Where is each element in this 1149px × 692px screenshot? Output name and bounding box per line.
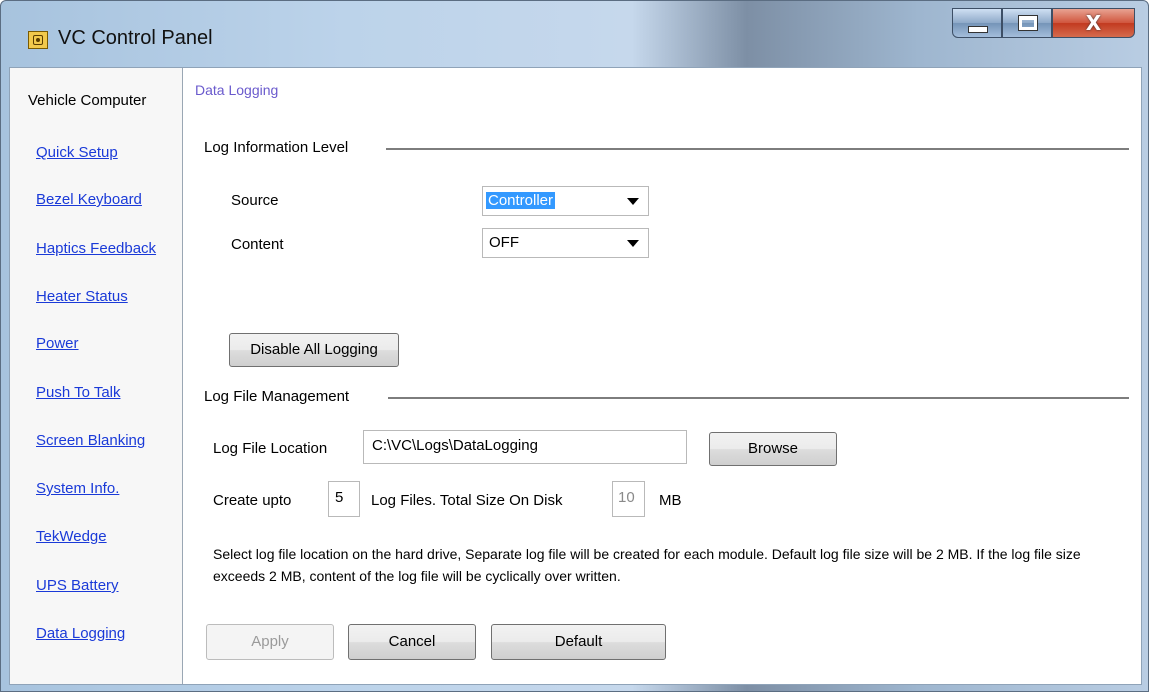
source-dropdown[interactable]: Controller (482, 186, 649, 216)
minimize-button[interactable] (952, 8, 1002, 38)
chevron-down-icon (627, 240, 639, 247)
log-info-section-title: Log Information Level (204, 139, 349, 156)
sidebar-item-push-to-talk[interactable]: Push To Talk (36, 384, 121, 401)
title-bar[interactable]: VC Control Panel X (1, 1, 1148, 67)
sidebar-header: Vehicle Computer (28, 92, 147, 109)
sidebar-item-bezel-keyboard[interactable]: Bezel Keyboard (36, 191, 142, 208)
content-label: Content (231, 236, 284, 253)
sidebar-item-power[interactable]: Power (36, 335, 79, 352)
main-panel: Data Logging Log Information Level Sourc… (184, 68, 1141, 684)
log-file-location-input[interactable]: C:\VC\Logs\DataLogging (363, 430, 687, 464)
sidebar-item-heater-status[interactable]: Heater Status (36, 288, 128, 305)
create-upto-label: Create upto (213, 492, 292, 509)
section-divider (386, 148, 1129, 150)
source-value: Controller (486, 192, 556, 209)
total-size-input: 10 (612, 481, 645, 517)
sidebar-item-tekwedge[interactable]: TekWedge (36, 528, 107, 545)
maximize-icon (1018, 15, 1038, 31)
browse-button[interactable]: Browse (709, 432, 837, 466)
section-divider (388, 397, 1129, 399)
sidebar-item-system-info[interactable]: System Info. (36, 480, 119, 497)
size-unit-label: MB (659, 492, 682, 509)
close-button[interactable]: X (1052, 8, 1135, 38)
app-window: VC Control Panel X Vehicle Computer Quic… (0, 0, 1149, 692)
source-label: Source (231, 192, 279, 209)
log-files-size-label: Log Files. Total Size On Disk (371, 492, 563, 509)
sidebar-item-data-logging[interactable]: Data Logging (36, 625, 125, 642)
close-icon: X (1085, 11, 1102, 35)
sidebar-item-ups-battery[interactable]: UPS Battery (36, 577, 119, 594)
sidebar-item-haptics-feedback[interactable]: Haptics Feedback (36, 240, 156, 257)
log-file-count-input[interactable]: 5 (328, 481, 360, 517)
apply-button[interactable]: Apply (206, 624, 334, 660)
sidebar-item-screen-blanking[interactable]: Screen Blanking (36, 432, 145, 449)
chevron-down-icon (627, 198, 639, 205)
page-title: Data Logging (195, 82, 279, 98)
sidebar-item-quick-setup[interactable]: Quick Setup (36, 144, 118, 161)
window-title: VC Control Panel (58, 27, 213, 49)
client-area: Vehicle Computer Quick Setup Bezel Keybo… (9, 67, 1142, 685)
vc-app-icon[interactable] (28, 31, 48, 49)
cancel-button[interactable]: Cancel (348, 624, 476, 660)
log-file-location-label: Log File Location (213, 440, 328, 457)
log-file-section-title: Log File Management (204, 388, 350, 405)
sidebar: Vehicle Computer Quick Setup Bezel Keybo… (10, 68, 183, 684)
content-value: OFF (489, 234, 519, 251)
disable-all-logging-button[interactable]: Disable All Logging (229, 333, 399, 367)
minimize-icon (968, 26, 988, 33)
default-button[interactable]: Default (491, 624, 666, 660)
maximize-button[interactable] (1002, 8, 1052, 38)
content-dropdown[interactable]: OFF (482, 228, 649, 258)
log-file-note: Select log file location on the hard dri… (213, 546, 1081, 584)
